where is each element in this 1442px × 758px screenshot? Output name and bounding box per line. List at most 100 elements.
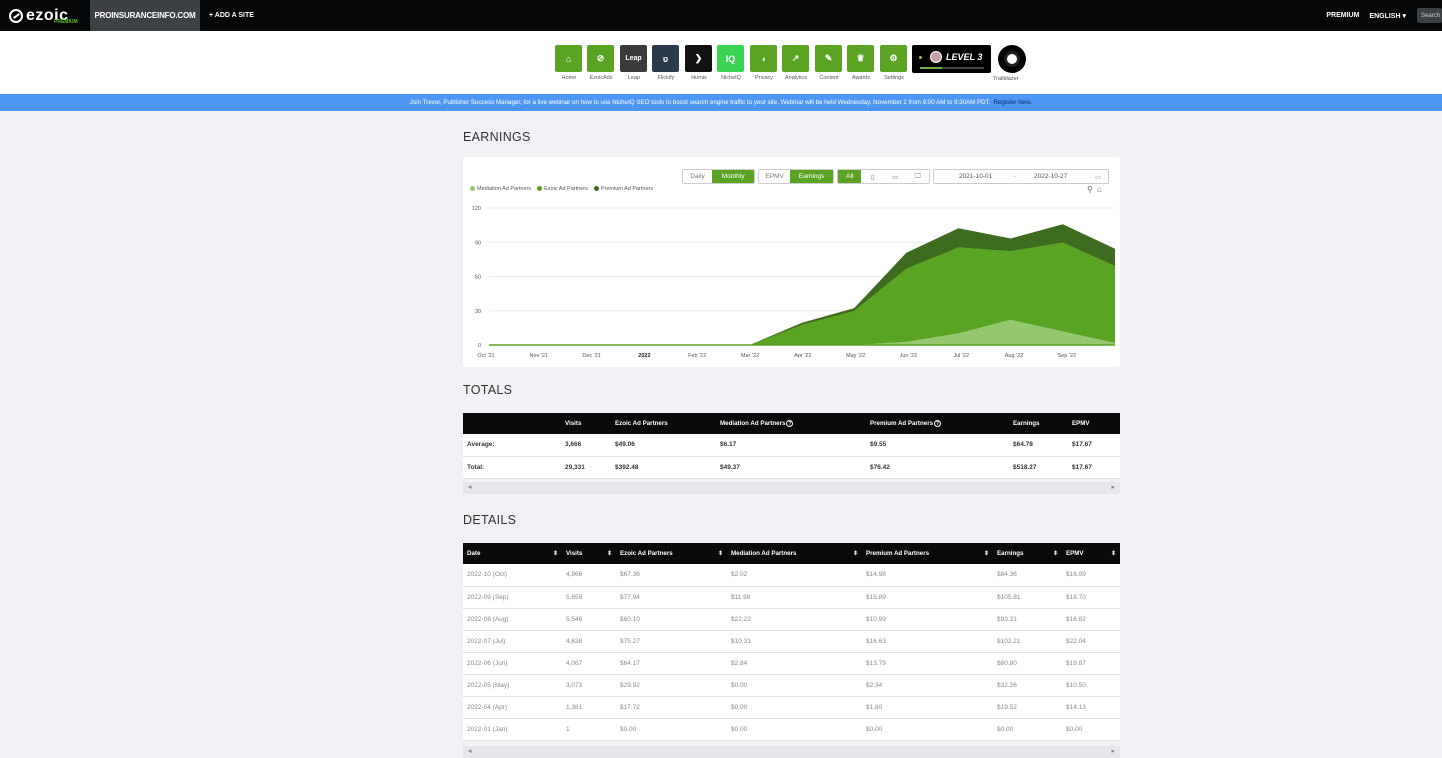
nav-nicheiq[interactable]: IQ NicheIQ [717,45,745,81]
help-icon[interactable]: ? [786,420,794,427]
totals-scrollbar[interactable]: ◂ ▸ [463,482,1120,494]
table-cell: 2022-06 (Jun) [463,652,562,675]
earnings-chart-card: Daily Monthly EPMV Earnings All ▯ ▭ 🖵 20… [463,157,1120,367]
table-cell: $19.52 [993,696,1062,719]
column-header: Premium Ad Partners? [866,413,1009,434]
language-selector[interactable]: ENGLISH ▾ [1369,12,1406,20]
nav-leap[interactable]: Leap Leap [620,45,648,81]
flickify-icon: ʋ [652,45,679,72]
nicheiq-icon: IQ [717,45,744,72]
table-row: Total: 29,331 $392.48 $49.37 $76.42 $518.27 $1… [463,456,1120,479]
details-scrollbar[interactable]: ◂ ▸ [463,746,1120,758]
table-cell: 4,638 [562,630,616,653]
home-icon: ⌂ [555,45,582,72]
table-cell: $49.37 [716,456,866,479]
table-cell: $10.50 [1062,674,1120,697]
table-row: 2022-09 (Sep) 5,659 $77.94 $11.98 $15.89 $105… [463,586,1120,609]
table-cell: 1,381 [562,696,616,719]
nav-analytics[interactable]: ↗ Analytics [782,45,810,81]
column-header[interactable]: EPMV ⬍ [1062,543,1120,564]
table-cell: $18.70 [1062,586,1120,609]
nav-home[interactable]: ⌂ Home [555,45,583,81]
table-row: 2022-10 (Oct) 4,966 $67.36 $2.02 $14.98 $84.3… [463,564,1120,587]
table-cell: $17.67 [1068,456,1120,479]
table-cell: 5,546 [562,608,616,631]
sort-icon[interactable]: ⬍ [607,550,612,557]
table-cell: $0.00 [616,718,727,741]
table-cell: $32.26 [993,674,1062,697]
leap-icon: Leap [620,45,647,72]
nav-content[interactable]: ✎ Content [815,45,843,81]
table-cell: $2.84 [727,652,862,675]
nav-settings[interactable]: ⚙ Settings [880,45,908,81]
scroll-left-icon[interactable]: ◂ [468,483,472,491]
register-link[interactable]: Register here. [993,99,1032,106]
earnings-title: EARNINGS [463,130,531,144]
column-header[interactable]: Visits ⬍ [562,543,616,564]
level-badge[interactable]: LEVEL 3 [912,45,991,73]
table-cell: $16.63 [862,630,993,653]
nav-humix[interactable]: ❯ Humix [685,45,713,81]
table-cell: 3,666 [561,434,611,457]
table-cell: 2022-10 (Oct) [463,564,562,587]
table-cell: 2022-09 (Sep) [463,586,562,609]
nav-label: Flickify [657,75,675,81]
table-cell: $6.17 [716,434,866,457]
table-row: 2022-08 (Aug) 5,546 $60.10 $22.22 $10.99 $93.… [463,608,1120,631]
scroll-right-icon[interactable]: ▸ [1111,747,1115,755]
top-navbar: ezoic PREMIUM PROINSURANCEINFO.COM + ADD… [0,0,1442,31]
column-header[interactable]: Mediation Ad Partners ⬍ [727,543,862,564]
sort-icon[interactable]: ⬍ [984,550,989,557]
x-tick-label: Mar '22 [741,353,759,359]
x-tick-label: Sep '22 [1058,353,1076,359]
y-tick-label: 0 [478,343,481,349]
table-cell: $0.00 [993,718,1062,741]
nav-flickify[interactable]: ʋ Flickify [652,45,680,81]
column-header: Visits [561,413,611,434]
details-table: Date ⬍ Visits ⬍ Ezoic Ad Partners ⬍ Mediation … [463,543,1120,741]
sort-icon[interactable]: ⬍ [718,550,723,557]
scroll-right-icon[interactable]: ▸ [1111,483,1115,491]
add-site-link[interactable]: + ADD A SITE [209,12,254,19]
help-icon[interactable]: ? [934,420,942,427]
table-cell: $0.00 [727,696,862,719]
sort-icon[interactable]: ⬍ [553,550,558,557]
table-cell: 1 [562,718,616,741]
sort-icon[interactable]: ⬍ [1111,550,1116,557]
column-header[interactable]: Premium Ad Partners ⬍ [862,543,993,564]
sort-icon[interactable]: ⬍ [1053,550,1058,557]
premium-link[interactable]: PREMIUM [1326,12,1359,19]
trailblazer-icon[interactable] [998,45,1026,73]
table-cell: $392.48 [611,456,716,479]
table-cell: 4,966 [562,564,616,587]
table-row: Average: 3,666 $49.06 $6.17 $9.55 $64.78 $17.6… [463,434,1120,457]
sort-icon[interactable]: ⬍ [853,550,858,557]
site-selector[interactable]: PROINSURANCEINFO.COM [90,0,200,31]
scroll-left-icon[interactable]: ◂ [468,747,472,755]
details-title: DETAILS [463,513,517,527]
table-cell: $17.72 [616,696,727,719]
table-cell: $518.27 [1009,456,1068,479]
y-tick-label: 60 [475,275,481,281]
column-header: EPMV [1068,413,1120,434]
y-tick-label: 120 [472,206,481,212]
column-header[interactable]: Ezoic Ad Partners ⬍ [616,543,727,564]
nav-label: Analytics [784,75,807,81]
nav-awards[interactable]: ♛ Awards [847,45,875,81]
avatar [930,51,942,63]
x-tick-label: Apr '22 [794,353,811,359]
column-header [463,413,561,434]
nav-ezoicads[interactable]: ⊘ EzoicAds [587,45,615,81]
table-cell: $80.80 [993,652,1062,675]
table-row: 2022-04 (Apr) 1,381 $17.72 $0.00 $1.80 $19.52… [463,696,1120,719]
column-header[interactable]: Earnings ⬍ [993,543,1062,564]
x-tick-label: Jul '22 [953,353,969,359]
search-input[interactable]: Search [1417,8,1442,23]
table-cell: $105.81 [993,586,1062,609]
nav-privacy[interactable]: ◖ Privacy [750,45,778,81]
table-cell: $14.13 [1062,696,1120,719]
nav-label: Settings [884,75,904,81]
table-cell: $0.00 [1062,718,1120,741]
ezoic-logo[interactable]: ezoic PREMIUM [9,0,90,31]
column-header[interactable]: Date ⬍ [463,543,562,564]
